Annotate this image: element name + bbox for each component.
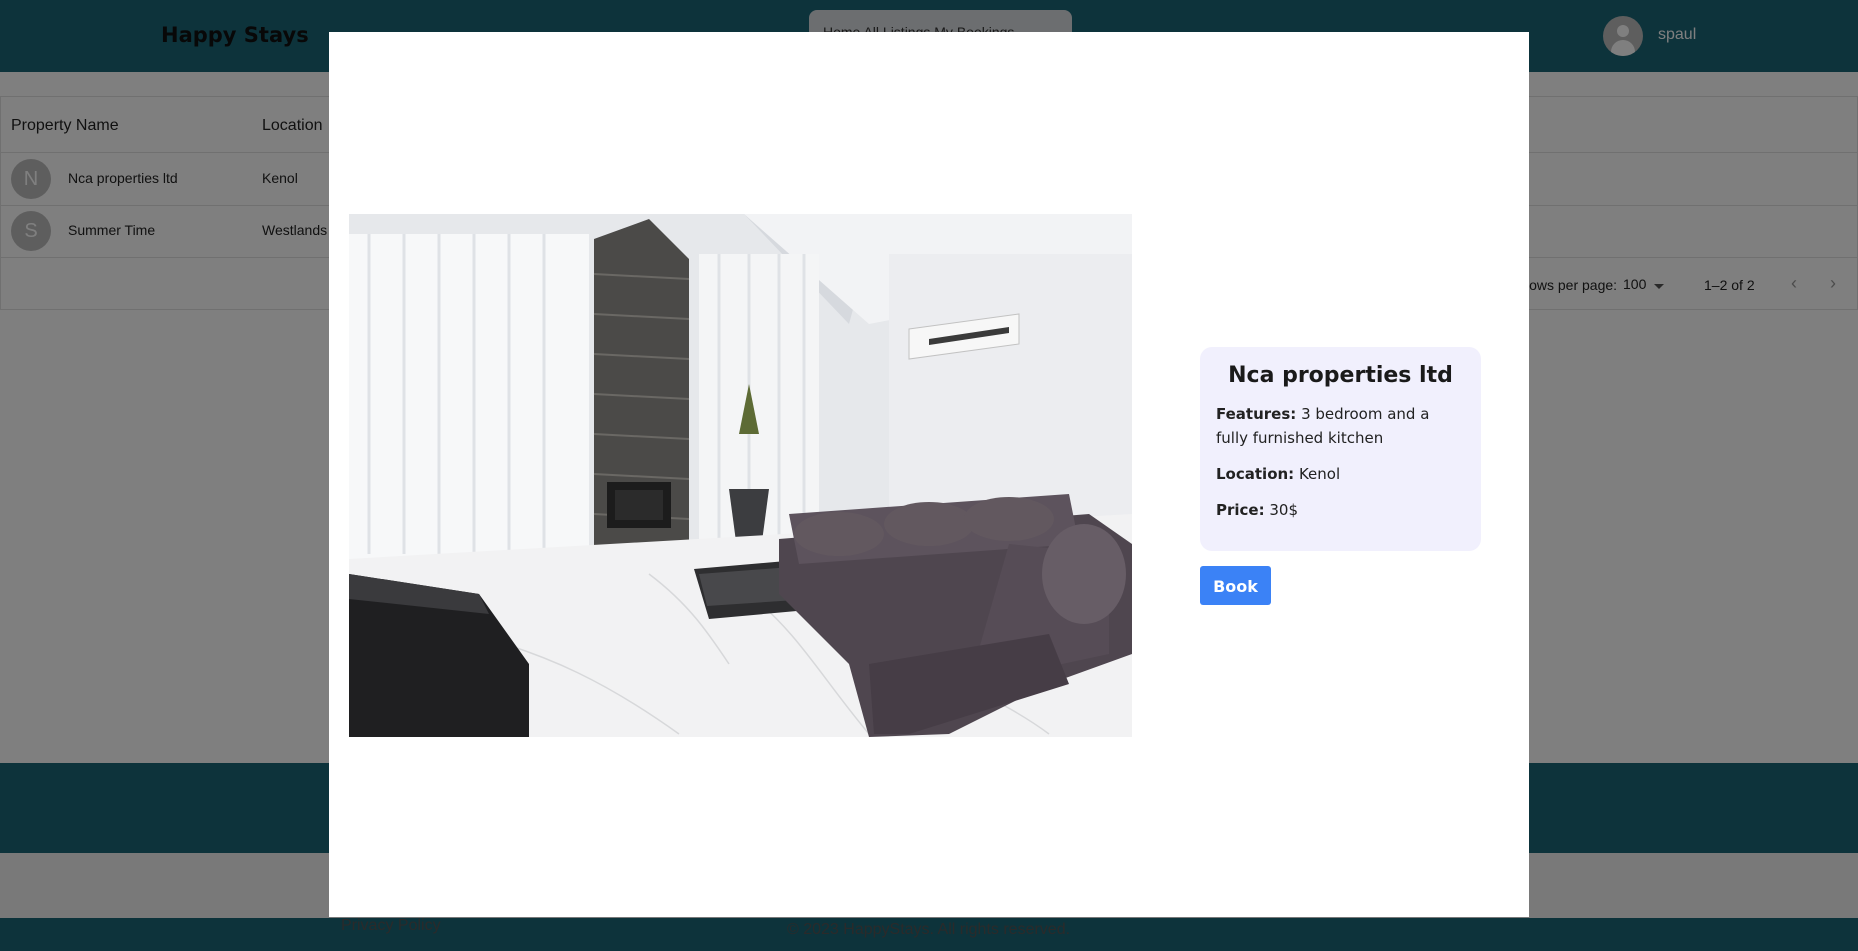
property-details-modal: Nca properties ltd Features: 3 bedroom a… — [329, 32, 1529, 917]
features-line: Features: 3 bedroom and a fully furnishe… — [1216, 402, 1465, 450]
price-line: Price: 30$ — [1216, 498, 1465, 522]
property-photo — [349, 214, 1132, 737]
property-title: Nca properties ltd — [1228, 363, 1453, 388]
location-line: Location: Kenol — [1216, 462, 1465, 486]
price-value: 30$ — [1269, 501, 1299, 519]
property-info-card: Nca properties ltd Features: 3 bedroom a… — [1200, 347, 1481, 551]
location-label: Location: — [1216, 465, 1295, 483]
location-value: Kenol — [1298, 465, 1341, 483]
book-button[interactable]: Book — [1200, 566, 1271, 605]
features-label: Features: — [1216, 405, 1297, 423]
price-label: Price: — [1216, 501, 1265, 519]
